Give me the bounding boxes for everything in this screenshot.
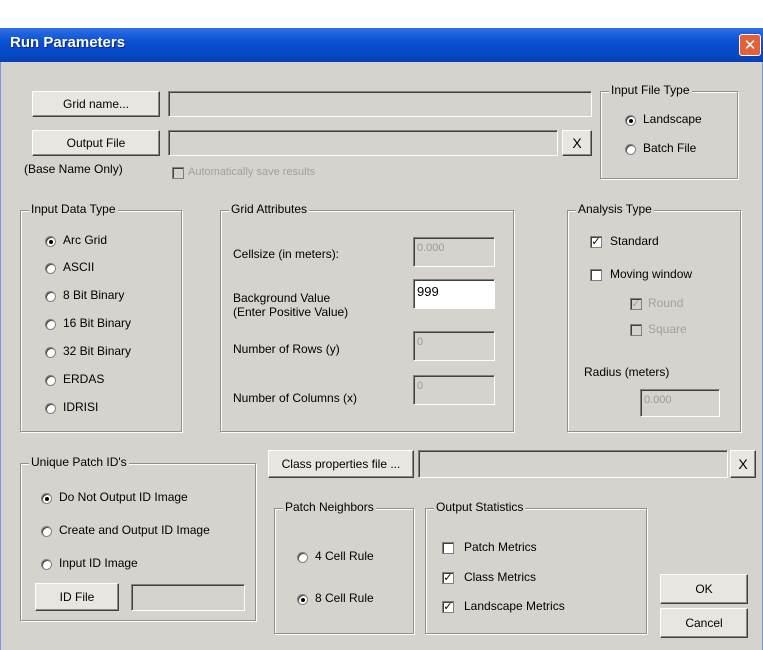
background-label-1: Background Value	[233, 291, 331, 305]
unique-patch-title: Unique Patch ID's	[29, 455, 129, 469]
background-value-field[interactable]: 999	[413, 279, 495, 309]
radius-field[interactable]: 0.000	[640, 389, 720, 417]
32bit-binary-label: 32 Bit Binary	[63, 344, 132, 358]
cellsize-field[interactable]: 0.000	[413, 237, 495, 267]
patch-metrics-checkbox[interactable]	[442, 542, 454, 554]
grid-attributes-group: Grid Attributes Cellsize (in meters): 0.…	[220, 202, 514, 432]
class-metrics-label: Class Metrics	[464, 570, 537, 584]
round-label: Round	[648, 296, 684, 310]
window-title: Run Parameters	[10, 34, 126, 51]
rows-label: Number of Rows (y)	[233, 342, 340, 356]
4-cell-rule-radio[interactable]	[297, 552, 308, 563]
do-not-output-id-radio[interactable]	[41, 493, 52, 504]
create-output-id-label: Create and Output ID Image	[59, 523, 210, 537]
8bit-binary-radio[interactable]	[45, 291, 56, 302]
landscape-metrics-label: Landscape Metrics	[464, 599, 565, 613]
erdas-radio[interactable]	[45, 375, 56, 386]
class-properties-field[interactable]	[418, 450, 728, 478]
16bit-binary-radio[interactable]	[45, 319, 56, 330]
arc-grid-radio[interactable]	[45, 236, 56, 247]
batch-file-radio[interactable]	[625, 144, 636, 155]
idrisi-label: IDRISI	[63, 400, 99, 414]
moving-window-label: Moving window	[610, 267, 693, 281]
class-properties-clear-button[interactable]: X	[730, 450, 756, 478]
landscape-metrics-checkbox[interactable]: ✓	[442, 601, 454, 613]
ascii-label: ASCII	[63, 260, 95, 274]
analysis-type-group: Analysis Type ✓ Standard Moving window ✓…	[567, 202, 741, 432]
output-clear-button[interactable]: X	[562, 130, 592, 156]
batch-file-label: Batch File	[643, 141, 697, 155]
id-file-button[interactable]: ID File	[35, 583, 119, 611]
grid-attributes-title: Grid Attributes	[229, 202, 310, 216]
idrisi-radio[interactable]	[45, 403, 56, 414]
analysis-type-title: Analysis Type	[576, 202, 654, 216]
output-statistics-title: Output Statistics	[434, 500, 526, 514]
moving-window-checkbox[interactable]	[590, 269, 602, 281]
autosave-label: Automatically save results	[188, 166, 316, 178]
autosave-checkbox[interactable]	[172, 167, 184, 179]
grid-name-field[interactable]	[168, 91, 592, 117]
standard-label: Standard	[610, 234, 659, 248]
16bit-binary-label: 16 Bit Binary	[63, 316, 132, 330]
input-file-type-group: Input File Type Landscape Batch File	[600, 83, 738, 179]
output-file-field[interactable]	[168, 130, 558, 156]
patch-metrics-label: Patch Metrics	[464, 540, 537, 554]
cellsize-label: Cellsize (in meters):	[233, 247, 340, 261]
rows-field[interactable]: 0	[413, 331, 495, 361]
cols-label: Number of Columns (x)	[233, 391, 358, 405]
radius-label: Radius (meters)	[584, 365, 670, 379]
do-not-output-id-label: Do Not Output ID Image	[59, 490, 188, 504]
id-file-field[interactable]	[131, 584, 245, 611]
ascii-radio[interactable]	[45, 263, 56, 274]
round-checkbox[interactable]: ✓	[630, 298, 642, 310]
cancel-button[interactable]: Cancel	[660, 608, 748, 638]
erdas-label: ERDAS	[63, 372, 105, 386]
create-output-id-radio[interactable]	[41, 526, 52, 537]
base-name-note: (Base Name Only)	[24, 162, 123, 176]
input-file-type-title: Input File Type	[609, 83, 692, 97]
32bit-binary-radio[interactable]	[45, 347, 56, 358]
landscape-label: Landscape	[643, 112, 702, 126]
cols-field[interactable]: 0	[413, 375, 495, 405]
input-id-image-label: Input ID Image	[59, 556, 138, 570]
8-cell-rule-radio[interactable]	[297, 594, 308, 605]
input-id-image-radio[interactable]	[41, 559, 52, 570]
output-statistics-group: Output Statistics Patch Metrics ✓ Class …	[425, 500, 647, 634]
input-data-type-title: Input Data Type	[29, 202, 118, 216]
close-icon[interactable]: ✕	[739, 34, 761, 56]
arc-grid-label: Arc Grid	[63, 233, 108, 247]
4-cell-rule-label: 4 Cell Rule	[315, 549, 374, 563]
class-metrics-checkbox[interactable]: ✓	[442, 572, 454, 584]
landscape-radio[interactable]	[625, 115, 636, 126]
class-properties-button[interactable]: Class properties file ...	[268, 450, 414, 478]
8-cell-rule-label: 8 Cell Rule	[315, 591, 374, 605]
top-strip	[0, 0, 763, 28]
8bit-binary-label: 8 Bit Binary	[63, 288, 125, 302]
patch-neighbors-title: Patch Neighbors	[283, 500, 376, 514]
input-data-type-group: Input Data Type Arc Grid ASCII 8 Bit Bin…	[20, 202, 182, 432]
ok-button[interactable]: OK	[660, 574, 748, 604]
grid-name-button[interactable]: Grid name...	[32, 91, 160, 117]
output-file-button[interactable]: Output File	[32, 130, 160, 156]
background-label-2: (Enter Positive Value)	[233, 305, 349, 319]
unique-patch-group: Unique Patch ID's Do Not Output ID Image…	[20, 455, 256, 621]
title-bar: Run Parameters ✕	[0, 28, 763, 62]
square-label: Square	[648, 322, 687, 336]
square-checkbox[interactable]	[630, 324, 642, 336]
patch-neighbors-group: Patch Neighbors 4 Cell Rule 8 Cell Rule	[274, 500, 414, 634]
standard-checkbox[interactable]: ✓	[590, 236, 602, 248]
